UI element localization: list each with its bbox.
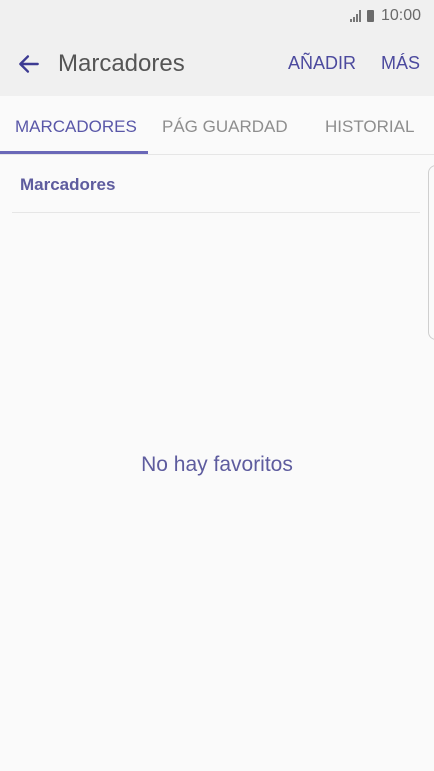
tab-bar: MARCADORES PÁG GUARDAD HISTORIAL [0, 96, 434, 155]
edge-panel-handle[interactable] [428, 165, 434, 340]
tab-bookmarks[interactable]: MARCADORES [15, 117, 137, 137]
active-tab-indicator [0, 151, 148, 154]
arrow-left-icon[interactable] [16, 51, 42, 77]
tab-history[interactable]: HISTORIAL [325, 117, 414, 137]
page-title: Marcadores [58, 50, 185, 77]
more-button[interactable]: MÁS [381, 53, 420, 74]
app-bar: Marcadores AÑADIR MÁS [0, 32, 434, 96]
section-divider [12, 212, 420, 213]
signal-icon [349, 10, 361, 22]
section-header: Marcadores [20, 175, 116, 194]
status-bar: 10:00 [0, 0, 434, 32]
tab-saved-pages[interactable]: PÁG GUARDAD [162, 117, 288, 137]
add-button[interactable]: AÑADIR [288, 53, 356, 74]
status-time: 10:00 [380, 7, 421, 24]
status-icons: 10:00 [349, 7, 421, 25]
battery-icon [366, 10, 374, 22]
empty-state-message: No hay favoritos [141, 453, 293, 476]
